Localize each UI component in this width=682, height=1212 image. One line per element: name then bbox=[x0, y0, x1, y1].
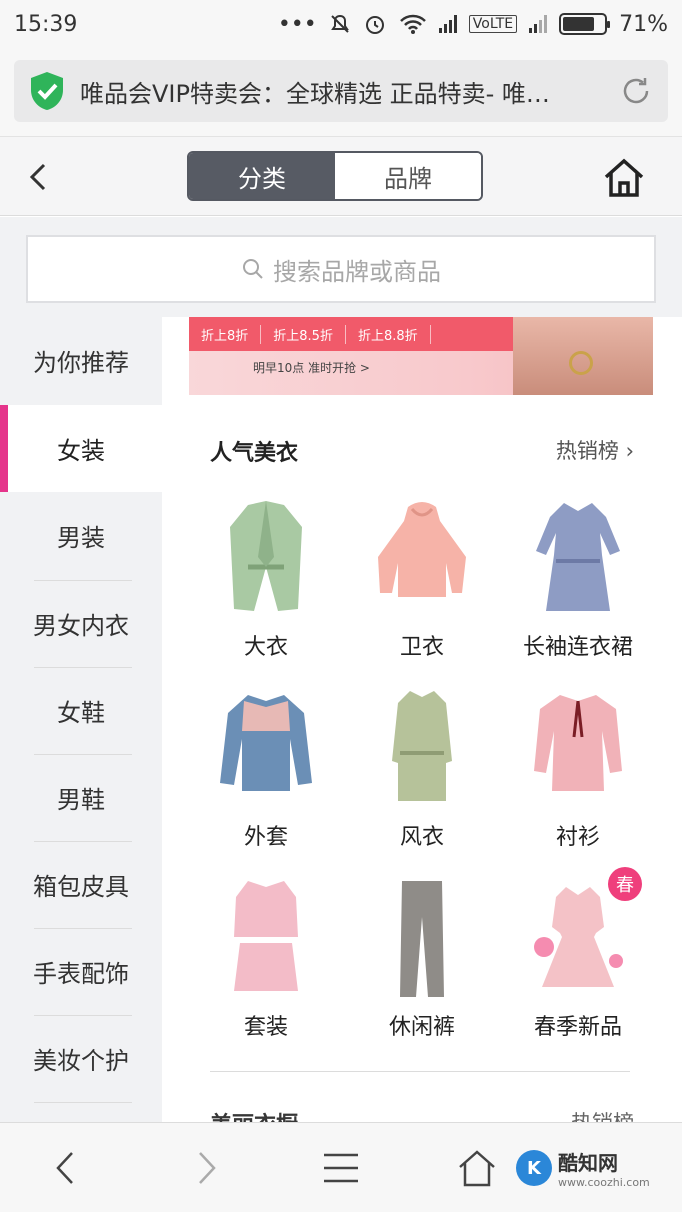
browser-back-icon[interactable] bbox=[44, 1145, 90, 1191]
browser-forward-icon[interactable] bbox=[182, 1145, 228, 1191]
category-brand-toggle: 分类 品牌 bbox=[187, 151, 483, 201]
menu-icon[interactable] bbox=[318, 1145, 364, 1191]
notification-dots-icon: ••• bbox=[277, 11, 317, 37]
section-divider bbox=[210, 1071, 630, 1072]
address-box[interactable]: 唯品会VIP特卖会：全球精选 正品特卖- 唯… bbox=[14, 60, 668, 122]
spring-badge: 春 bbox=[608, 867, 642, 901]
coat-icon bbox=[230, 501, 302, 611]
jacket-icon bbox=[220, 695, 312, 791]
back-icon[interactable] bbox=[24, 157, 54, 197]
search-input[interactable]: 搜索品牌或商品 bbox=[26, 235, 656, 303]
category-item-pants[interactable]: 休闲裤 bbox=[344, 867, 500, 1057]
promo-banner[interactable]: 折上8折 折上8.5折 折上8.8折 明早10点 准时开抢 > bbox=[189, 317, 653, 395]
banner-note: 明早10点 准时开抢 > bbox=[253, 361, 370, 375]
sidebar-item-mens[interactable]: 男装 bbox=[0, 492, 162, 579]
tab-brand[interactable]: 品牌 bbox=[335, 153, 481, 199]
trench-coat-icon bbox=[392, 691, 452, 801]
category-label: 休闲裤 bbox=[388, 1015, 455, 1040]
sidebar-item-beauty[interactable]: 美妆个护 bbox=[0, 1015, 162, 1102]
dress-icon bbox=[536, 503, 620, 611]
sidebar-item-recommend[interactable]: 为你推荐 bbox=[0, 317, 162, 404]
watermark-url: www.coozhi.com bbox=[558, 1176, 650, 1189]
discount-label: 折上8.8折 bbox=[346, 324, 431, 344]
tab-category[interactable]: 分类 bbox=[189, 153, 335, 199]
category-label: 卫衣 bbox=[399, 635, 444, 660]
sidebar-item-underwear[interactable]: 男女内衣 bbox=[0, 580, 162, 667]
watermark-name: 酷知网 bbox=[558, 1151, 618, 1175]
battery-icon bbox=[559, 13, 611, 35]
suit-icon bbox=[234, 881, 298, 991]
wifi-icon bbox=[399, 14, 426, 34]
banner-discount-strip: 折上8折 折上8.5折 折上8.8折 bbox=[189, 317, 513, 351]
watermark: K 酷知网 www.coozhi.com bbox=[516, 1141, 666, 1195]
category-item-jacket[interactable]: 外套 bbox=[188, 677, 344, 867]
category-label: 风衣 bbox=[399, 825, 444, 850]
watermark-logo: K bbox=[516, 1150, 552, 1186]
next-hot-ranking-link[interactable]: 热销榜 bbox=[571, 1107, 634, 1122]
sidebar-divider bbox=[34, 1102, 132, 1103]
browser-url-bar: 唯品会VIP特卖会：全球精选 正品特卖- 唯… bbox=[0, 48, 682, 136]
browser-bottom-bar: K 酷知网 www.coozhi.com bbox=[0, 1122, 682, 1212]
discount-label: 折上8.5折 bbox=[261, 324, 346, 344]
category-item-shirt[interactable]: 衬衫 bbox=[500, 677, 656, 867]
signal-icon-secondary bbox=[529, 15, 548, 33]
status-bar: 15:39 ••• VoLTE 71% bbox=[0, 0, 682, 48]
category-item-hoodie[interactable]: 卫衣 bbox=[344, 487, 500, 677]
category-sidebar: 为你推荐 女装 男装 男女内衣 女鞋 男鞋 箱包皮具 手表配饰 美妆个护 bbox=[0, 317, 162, 1122]
hoodie-icon bbox=[378, 502, 466, 597]
shirt-icon bbox=[534, 695, 622, 791]
status-time: 15:39 bbox=[14, 11, 78, 37]
network-type: VoLTE bbox=[468, 15, 518, 33]
category-label: 大衣 bbox=[243, 635, 288, 660]
battery-percent: 71% bbox=[619, 11, 668, 37]
signal-icon bbox=[438, 15, 457, 33]
category-label: 长袖连衣裙 bbox=[522, 635, 633, 660]
sidebar-item-womens-shoes[interactable]: 女鞋 bbox=[0, 667, 162, 754]
hot-ranking-link[interactable]: 热销榜 › bbox=[556, 435, 634, 465]
banner-product-image bbox=[513, 317, 653, 395]
discount-label: 折上8折 bbox=[189, 324, 262, 344]
category-content: 折上8折 折上8.5折 折上8.8折 明早10点 准时开抢 > 人气美衣 热销榜… bbox=[162, 317, 682, 1122]
sidebar-item-watches[interactable]: 手表配饰 bbox=[0, 928, 162, 1015]
category-item-spring-new[interactable]: 春 春季新品 bbox=[500, 867, 656, 1057]
category-label: 衬衫 bbox=[555, 825, 600, 850]
alarm-icon bbox=[365, 16, 384, 34]
search-placeholder: 搜索品牌或商品 bbox=[273, 257, 441, 286]
refresh-icon[interactable] bbox=[618, 73, 654, 109]
category-item-coat[interactable]: 大衣 bbox=[188, 487, 344, 677]
app-header: 分类 品牌 bbox=[0, 136, 682, 216]
category-label: 外套 bbox=[243, 825, 288, 850]
sidebar-item-bags[interactable]: 箱包皮具 bbox=[0, 841, 162, 928]
search-icon bbox=[243, 259, 263, 279]
category-label: 春季新品 bbox=[533, 1015, 622, 1040]
next-section-title: 美丽衣橱 bbox=[210, 1107, 298, 1122]
section-title: 人气美衣 bbox=[210, 441, 299, 466]
sidebar-item-womens[interactable]: 女装 bbox=[0, 405, 162, 492]
home-icon[interactable] bbox=[602, 157, 646, 199]
category-item-trench-coat[interactable]: 风衣 bbox=[344, 677, 500, 867]
secure-shield-icon bbox=[31, 72, 63, 110]
category-label: 套装 bbox=[243, 1015, 288, 1040]
page-title: 唯品会VIP特卖会：全球精选 正品特卖- 唯… bbox=[80, 79, 550, 108]
search-area: 搜索品牌或商品 bbox=[0, 217, 682, 317]
category-item-suit[interactable]: 套装 bbox=[188, 867, 344, 1057]
pants-icon bbox=[400, 881, 444, 997]
mute-icon bbox=[330, 14, 349, 33]
browser-home-icon[interactable] bbox=[454, 1145, 500, 1191]
sidebar-item-mens-shoes[interactable]: 男鞋 bbox=[0, 754, 162, 841]
category-item-dress[interactable]: 长袖连衣裙 bbox=[500, 487, 656, 677]
